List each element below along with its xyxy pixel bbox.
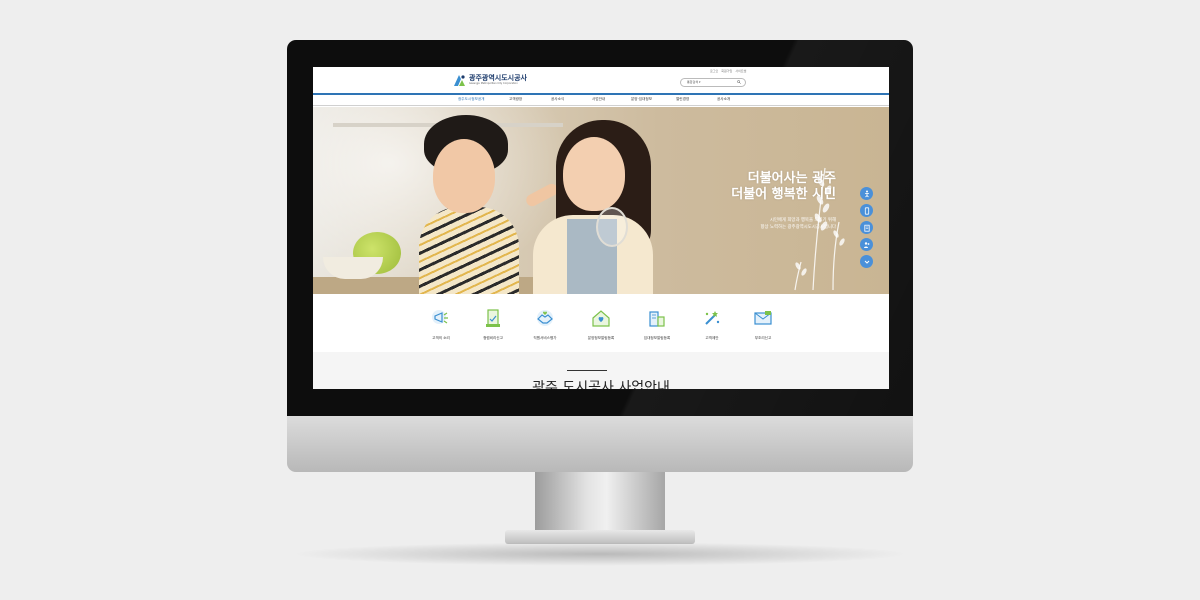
handshake-icon xyxy=(537,310,553,326)
sitemap-link[interactable]: 사이트맵 xyxy=(735,69,746,73)
nav-item-sales[interactable]: 분양·임대정보 xyxy=(631,97,652,102)
service-label: 임대정보알림등록 xyxy=(643,336,671,340)
people-icon[interactable] xyxy=(860,238,873,251)
idea-icon xyxy=(705,311,720,325)
logo-subtitle: Gwangju Metropolitan City Corporation xyxy=(469,82,518,85)
service-label: 고객제안 xyxy=(705,336,719,340)
nav-item-customer[interactable]: 고객광장 xyxy=(509,97,522,102)
site-header: 광주광역시도시공사 Gwangju Metropolitan City Corp… xyxy=(313,67,889,93)
nav-item-info-disclosure[interactable]: 광주도시정보공개 xyxy=(458,97,484,102)
section-title: 광주 도시공사 사업안내 xyxy=(532,380,670,389)
nav-item-about[interactable]: 공사소개 xyxy=(717,97,730,102)
search-scope-select[interactable]: 통합검색 ▾ xyxy=(687,80,701,84)
service-label: 분양정보알림등록 xyxy=(587,336,615,340)
monitor-chin xyxy=(287,416,913,472)
monitor-stand xyxy=(535,472,665,532)
house-heart-icon xyxy=(592,310,610,327)
business-section: 광주 도시공사 사업안내 xyxy=(313,352,889,389)
service-label: 고객의 소리 xyxy=(432,336,450,340)
hero-title: 더불어사는 광주 더불어 행복한 시민 xyxy=(731,171,836,202)
nav-item-management[interactable]: 열린경영 xyxy=(676,97,689,102)
mobile-icon[interactable] xyxy=(860,204,873,217)
search-icon[interactable] xyxy=(737,80,741,84)
search-input[interactable]: 통합검색 ▾ xyxy=(680,78,746,87)
login-link[interactable]: 로그인 xyxy=(710,69,718,73)
join-link[interactable]: 회원가입 xyxy=(721,69,732,73)
service-integrity-report[interactable]: 청렴비리신고 xyxy=(471,307,515,341)
service-label: 부조리신고 xyxy=(754,336,772,340)
main-nav: 광주도시정보공개 고객광장 공사소식 사업안내 분양·임대정보 열린경영 공사소… xyxy=(313,93,889,106)
service-customer-voice[interactable]: 고객의 소리 xyxy=(419,307,463,341)
megaphone-icon xyxy=(432,310,448,324)
service-corruption-report[interactable]: 부조리신고 xyxy=(741,307,785,341)
stand-shadow xyxy=(290,542,910,566)
report-icon xyxy=(486,309,500,327)
website-screen: 광주광역시도시공사 Gwangju Metropolitan City Corp… xyxy=(313,67,889,389)
service-rental-alert[interactable]: 임대정보알림등록 xyxy=(635,307,679,341)
service-customer-proposal[interactable]: 고객제안 xyxy=(690,307,734,341)
hero-banner: 더불어사는 광주 더불어 행복한 시민 시민에게 희망과 행복을 드리기 위해 … xyxy=(313,107,889,294)
service-staff-evaluation[interactable]: 직원서비스평가 xyxy=(523,307,567,341)
nav-item-news[interactable]: 공사소식 xyxy=(551,97,564,102)
nav-item-business[interactable]: 사업안내 xyxy=(592,97,605,102)
site-logo[interactable]: 광주광역시도시공사 Gwangju Metropolitan City Corp… xyxy=(453,73,527,87)
mail-report-icon xyxy=(754,311,772,325)
apartment-icon xyxy=(649,311,665,327)
accessibility-icon[interactable] xyxy=(860,187,873,200)
service-sale-alert[interactable]: 분양정보알림등록 xyxy=(579,307,623,341)
logo-mark-icon xyxy=(454,75,465,86)
quick-menu xyxy=(860,187,874,268)
chevron-down-icon[interactable] xyxy=(860,255,873,268)
section-divider xyxy=(567,370,607,371)
utility-links: 로그인 회원가입 사이트맵 xyxy=(710,69,746,73)
service-label: 직원서비스평가 xyxy=(533,336,557,340)
logo-name: 광주광역시도시공사 xyxy=(469,74,527,82)
clipboard-icon[interactable] xyxy=(860,221,873,234)
service-label: 청렴비리신고 xyxy=(483,336,503,340)
hero-subtitle: 시민에게 희망과 행복을 드리기 위해 항상 노력하는 광주광역시도시공사입니다 xyxy=(760,218,836,230)
service-shortcuts: 고객의 소리 청렴비리신고 직원서비스평가 분양정보알림등록 임대정보알림등록 … xyxy=(313,294,889,352)
